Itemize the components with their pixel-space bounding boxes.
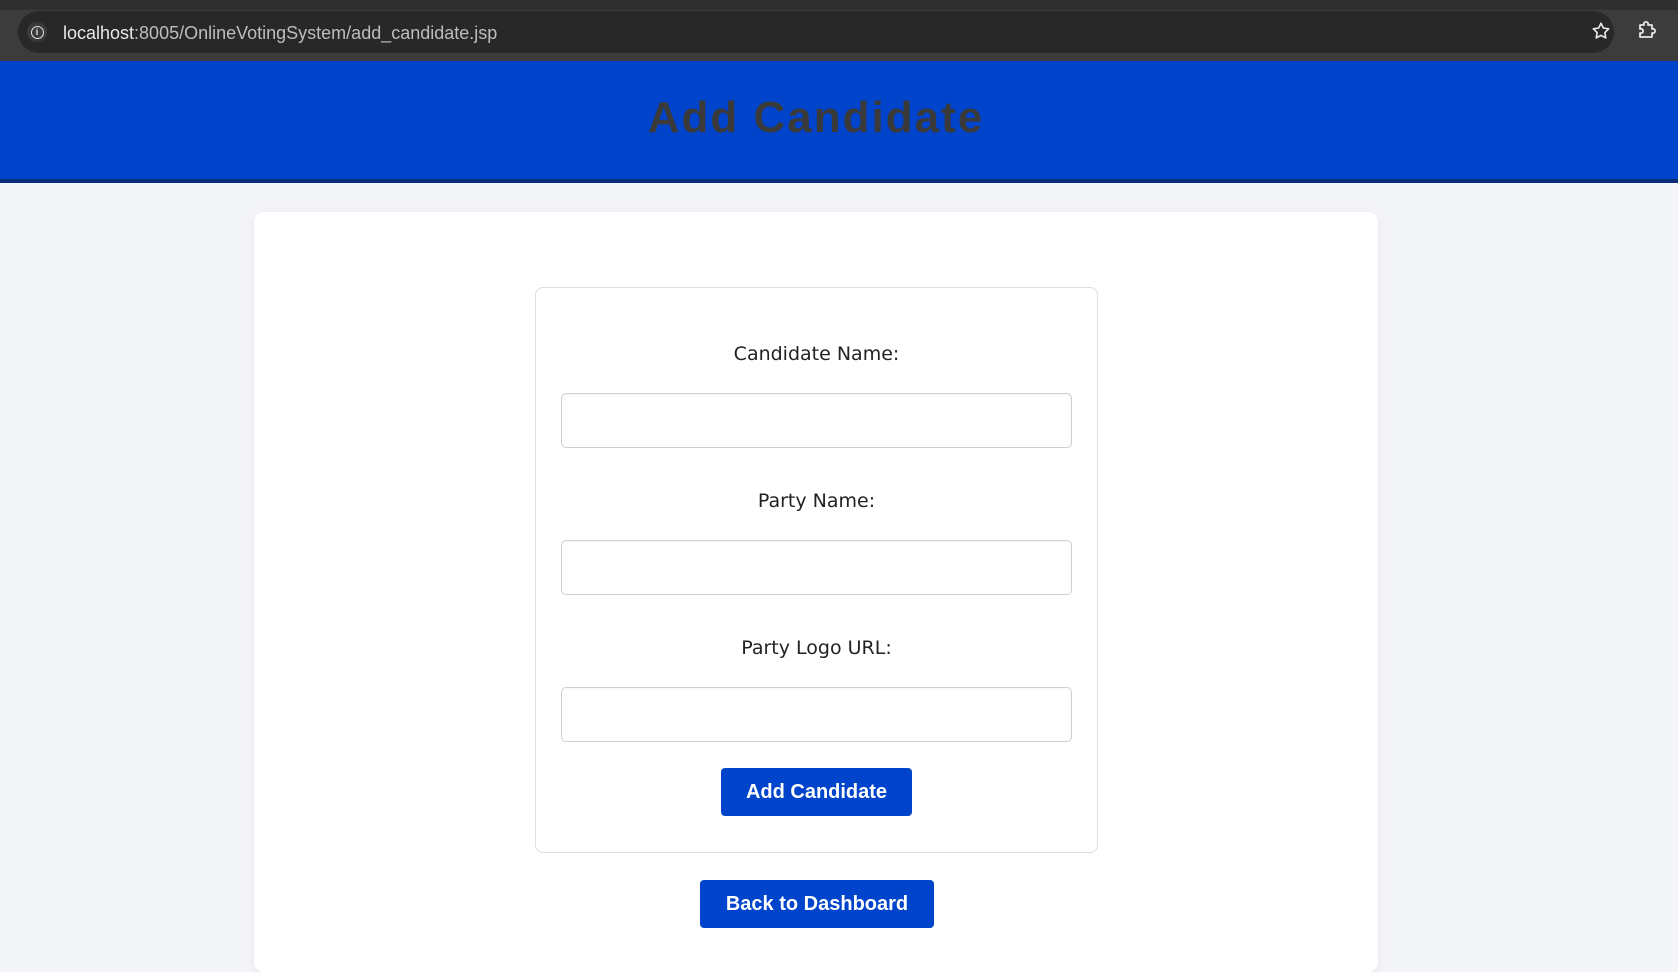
party-name-input[interactable] (561, 540, 1072, 595)
url-path: :8005/OnlineVotingSystem/add_candidate.j… (134, 23, 498, 43)
add-candidate-button[interactable]: Add Candidate (721, 768, 912, 816)
url-text[interactable]: localhost:8005/OnlineVotingSystem/add_ca… (63, 23, 497, 44)
browser-toolbar: i localhost:8005/OnlineVotingSystem/add_… (0, 0, 1678, 61)
candidate-name-input[interactable] (561, 393, 1072, 448)
back-to-dashboard-button[interactable]: Back to Dashboard (700, 880, 934, 928)
candidate-name-label: Candidate Name: (733, 343, 900, 365)
address-bar[interactable]: i localhost:8005/OnlineVotingSystem/add_… (18, 11, 1614, 53)
party-name-label: Party Name: (757, 490, 876, 512)
info-icon[interactable]: i (27, 22, 47, 42)
star-icon[interactable] (1590, 20, 1612, 44)
page-header: Add Candidate (0, 61, 1678, 183)
puzzle-icon[interactable] (1636, 18, 1660, 42)
page-title: Add Candidate (647, 93, 985, 142)
tab-strip (0, 0, 1678, 10)
party-logo-url-label: Party Logo URL: (741, 637, 892, 659)
party-logo-url-input[interactable] (561, 687, 1072, 742)
url-host: localhost (63, 23, 135, 43)
